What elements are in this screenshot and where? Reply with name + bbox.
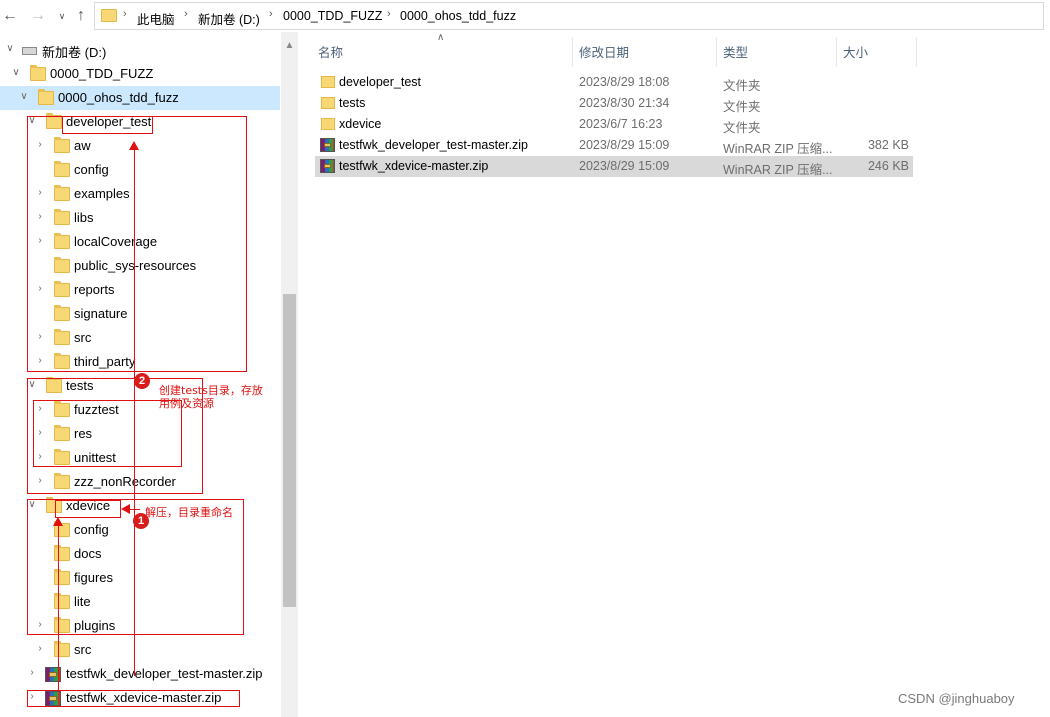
breadcrumb-tdd-fuzz[interactable]: 0000_TDD_FUZZ bbox=[283, 9, 382, 23]
column-divider[interactable] bbox=[572, 38, 573, 66]
tree-scrollbar[interactable]: ▲ bbox=[281, 32, 298, 717]
file-name: xdevice bbox=[339, 117, 382, 131]
address-bar[interactable]: › 此电脑 › 新加卷 (D:) › 0000_TDD_FUZZ › 0000_… bbox=[94, 2, 1044, 30]
file-date: 2023/8/29 15:09 bbox=[579, 159, 670, 173]
file-name: tests bbox=[339, 96, 366, 110]
file-type: WinRAR ZIP 压缩... bbox=[723, 142, 833, 156]
chevron-down-icon[interactable]: ∨ bbox=[10, 66, 22, 80]
file-size: 382 KB bbox=[867, 138, 909, 152]
folder-icon bbox=[321, 118, 335, 130]
file-date: 2023/8/30 21:34 bbox=[579, 96, 670, 110]
annotation-text-step1: 解压，目录重命名 bbox=[145, 506, 233, 519]
annotation-box-tests-children bbox=[33, 400, 182, 467]
annotation-box-xdevice-zip bbox=[27, 690, 240, 707]
address-toolbar: ← → ∨ ↑ › 此电脑 › 新加卷 (D:) › 0000_TDD_FUZZ… bbox=[0, 0, 1050, 32]
file-date: 2023/6/7 16:23 bbox=[579, 117, 663, 131]
file-type: WinRAR ZIP 压缩... bbox=[723, 163, 833, 177]
column-header-type[interactable]: 类型 bbox=[723, 42, 748, 61]
tree-item-label: 0000_TDD_FUZZ bbox=[50, 66, 154, 81]
tree-item-ohos-tdd-fuzz[interactable]: ∨ 0000_ohos_tdd_fuzz bbox=[0, 86, 280, 110]
annotation-text-step2-line1: 创建tests目录，存放 bbox=[159, 384, 263, 397]
recent-locations-chevron-icon[interactable]: ∨ bbox=[54, 6, 70, 26]
file-name: testfwk_xdevice-master.zip bbox=[339, 159, 489, 173]
tree-item-label: 0000_ohos_tdd_fuzz bbox=[58, 90, 179, 105]
column-divider[interactable] bbox=[836, 38, 837, 66]
file-row[interactable]: tests 2023/8/30 21:34 文件夹 bbox=[315, 93, 913, 114]
folder-icon bbox=[321, 97, 335, 109]
file-row[interactable]: xdevice 2023/6/7 16:23 文件夹 bbox=[315, 114, 913, 135]
annotation-arrow-head-icon bbox=[121, 504, 130, 514]
scrollbar-thumb[interactable] bbox=[283, 294, 296, 607]
tree-item-xdevice-src[interactable]: › src bbox=[0, 638, 280, 662]
column-header-size[interactable]: 大小 bbox=[843, 42, 868, 61]
folder-icon bbox=[321, 76, 335, 88]
tree-item-label: testfwk_developer_test-master.zip bbox=[66, 666, 263, 681]
tree-item-label: 新加卷 (D:) bbox=[42, 45, 107, 60]
file-row-selected[interactable]: testfwk_xdevice-master.zip 2023/8/29 15:… bbox=[315, 156, 913, 177]
file-size: 246 KB bbox=[867, 159, 909, 173]
folder-icon bbox=[54, 641, 70, 657]
column-header-name[interactable]: 名称 bbox=[318, 42, 343, 61]
annotation-arrow-head-icon bbox=[129, 141, 139, 150]
column-divider[interactable] bbox=[916, 38, 917, 66]
file-date: 2023/8/29 15:09 bbox=[579, 138, 670, 152]
annotation-text-step2-line2: 用例及资源 bbox=[159, 397, 214, 410]
file-date: 2023/8/29 18:08 bbox=[579, 75, 670, 89]
annotation-arrow-head-icon bbox=[53, 517, 63, 526]
up-arrow-icon[interactable]: ↑ bbox=[73, 6, 89, 26]
chevron-down-icon[interactable]: ∨ bbox=[18, 90, 30, 104]
annotation-box-developer-test-group bbox=[27, 116, 247, 372]
breadcrumb-separator-icon[interactable]: › bbox=[269, 8, 273, 20]
back-arrow-icon[interactable]: ← bbox=[2, 6, 18, 26]
forward-arrow-icon[interactable]: → bbox=[30, 6, 46, 26]
breadcrumb-ohos-tdd-fuzz[interactable]: 0000_ohos_tdd_fuzz bbox=[400, 9, 516, 23]
tree-item-drive[interactable]: ∨ 新加卷 (D:) bbox=[0, 38, 280, 62]
drive-icon bbox=[22, 47, 37, 55]
folder-icon bbox=[101, 9, 117, 22]
annotation-arrow-line bbox=[58, 526, 59, 692]
winrar-zip-icon bbox=[320, 138, 335, 152]
breadcrumb-separator-icon[interactable]: › bbox=[387, 8, 391, 20]
scroll-up-arrow-icon[interactable]: ▲ bbox=[281, 40, 298, 51]
winrar-zip-icon bbox=[320, 159, 335, 173]
file-row[interactable]: developer_test 2023/8/29 18:08 文件夹 bbox=[315, 72, 913, 93]
chevron-right-icon[interactable]: › bbox=[34, 642, 46, 656]
file-name: developer_test bbox=[339, 75, 422, 89]
breadcrumb-separator-icon[interactable]: › bbox=[123, 8, 127, 20]
column-header-date[interactable]: 修改日期 bbox=[579, 42, 629, 61]
file-type: 文件夹 bbox=[723, 79, 761, 93]
annotation-arrow-line bbox=[134, 150, 135, 676]
tree-item-tdd-fuzz[interactable]: ∨ 0000_TDD_FUZZ bbox=[0, 62, 280, 86]
folder-icon bbox=[38, 89, 54, 105]
chevron-right-icon[interactable]: › bbox=[26, 666, 38, 680]
file-type: 文件夹 bbox=[723, 121, 761, 135]
file-type: 文件夹 bbox=[723, 100, 761, 114]
folder-icon bbox=[30, 65, 46, 81]
tree-item-label: src bbox=[74, 642, 92, 657]
tree-item-developer-test-zip[interactable]: › testfwk_developer_test-master.zip bbox=[0, 662, 280, 686]
file-row[interactable]: testfwk_developer_test-master.zip 2023/8… bbox=[315, 135, 913, 156]
step-badge-2: 2 bbox=[134, 373, 150, 389]
breadcrumb-this-pc[interactable]: 此电脑 bbox=[137, 9, 175, 28]
watermark: CSDN @jinghuaboy bbox=[898, 691, 1015, 706]
file-name: testfwk_developer_test-master.zip bbox=[339, 138, 528, 152]
column-divider[interactable] bbox=[716, 38, 717, 66]
chevron-down-icon[interactable]: ∨ bbox=[4, 42, 16, 56]
sort-ascending-icon: ∧ bbox=[437, 32, 445, 43]
breadcrumb-drive[interactable]: 新加卷 (D:) bbox=[198, 9, 260, 28]
breadcrumb-separator-icon[interactable]: › bbox=[184, 8, 188, 20]
